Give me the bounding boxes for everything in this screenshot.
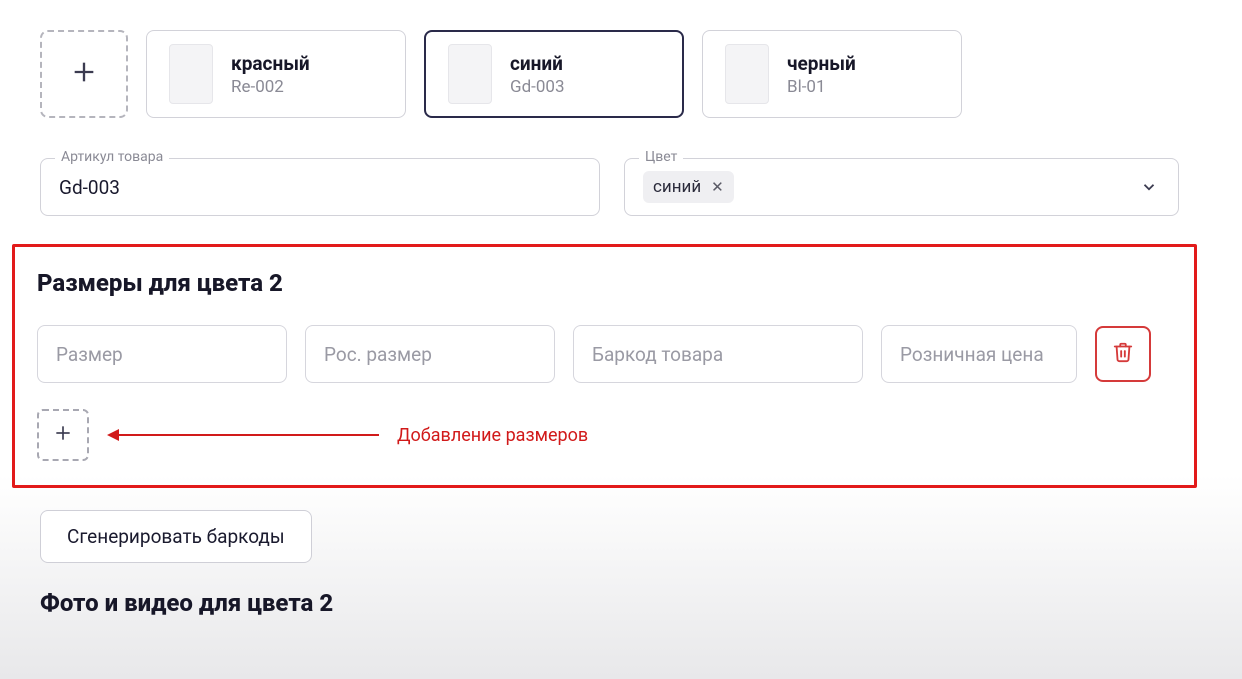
sizes-section: Размеры для цвета 2 Размер Рос. размер Б… [12,244,1197,488]
sizes-inputs-row: Размер Рос. размер Баркод товара Розничн… [37,325,1174,383]
color-swatch [448,44,492,104]
article-label: Артикул товара [55,149,169,165]
color-card[interactable]: синий Gd-003 [424,30,684,118]
color-label: Цвет [639,149,683,165]
plus-icon [53,423,73,447]
add-size-button[interactable] [37,409,89,461]
color-sku: Bl-01 [787,77,856,97]
plus-icon [70,58,98,90]
annotation-text: Добавление размеров [397,425,588,446]
delete-size-button[interactable] [1095,326,1151,382]
generate-barcodes-button[interactable]: Сгенерировать баркоды [40,510,312,563]
color-swatch [725,44,769,104]
ru-size-placeholder: Рос. размер [324,343,432,366]
sizes-title: Размеры для цвета 2 [37,269,1174,297]
chevron-down-icon[interactable] [1138,176,1160,198]
barcode-placeholder: Баркод товара [592,343,723,366]
add-size-row: Добавление размеров [37,409,1174,461]
generate-barcodes-label: Сгенерировать баркоды [67,525,285,548]
color-sku: Re-002 [231,77,310,97]
fields-row: Артикул товара Gd-003 Цвет синий ✕ [40,158,1242,216]
barcode-input[interactable]: Баркод товара [573,325,863,383]
ru-size-input[interactable]: Рос. размер [305,325,555,383]
color-name: черный [787,52,856,75]
color-sku: Gd-003 [510,77,565,97]
color-card-text: черный Bl-01 [787,52,856,97]
color-name: красный [231,52,310,75]
price-input[interactable]: Розничная цена [881,325,1077,383]
article-field[interactable]: Артикул товара Gd-003 [40,158,600,216]
color-variants-row: красный Re-002 синий Gd-003 черный Bl-01 [40,30,1242,118]
arrow-line-icon [109,434,379,436]
add-color-button[interactable] [40,30,128,118]
article-value: Gd-003 [59,176,120,199]
color-swatch [169,44,213,104]
size-input[interactable]: Размер [37,325,287,383]
price-placeholder: Розничная цена [900,343,1044,366]
chip-remove-icon[interactable]: ✕ [711,178,724,196]
color-card[interactable]: красный Re-002 [146,30,406,118]
media-section-title: Фото и видео для цвета 2 [40,589,1242,617]
size-placeholder: Размер [56,343,123,366]
color-chip-text: синий [653,177,701,197]
color-card-text: синий Gd-003 [510,52,565,97]
annotation-arrow: Добавление размеров [109,425,588,446]
color-field[interactable]: Цвет синий ✕ [624,158,1179,216]
color-card-text: красный Re-002 [231,52,310,97]
color-card[interactable]: черный Bl-01 [702,30,962,118]
color-name: синий [510,52,565,75]
color-chip: синий ✕ [643,171,734,203]
trash-icon [1112,340,1134,368]
